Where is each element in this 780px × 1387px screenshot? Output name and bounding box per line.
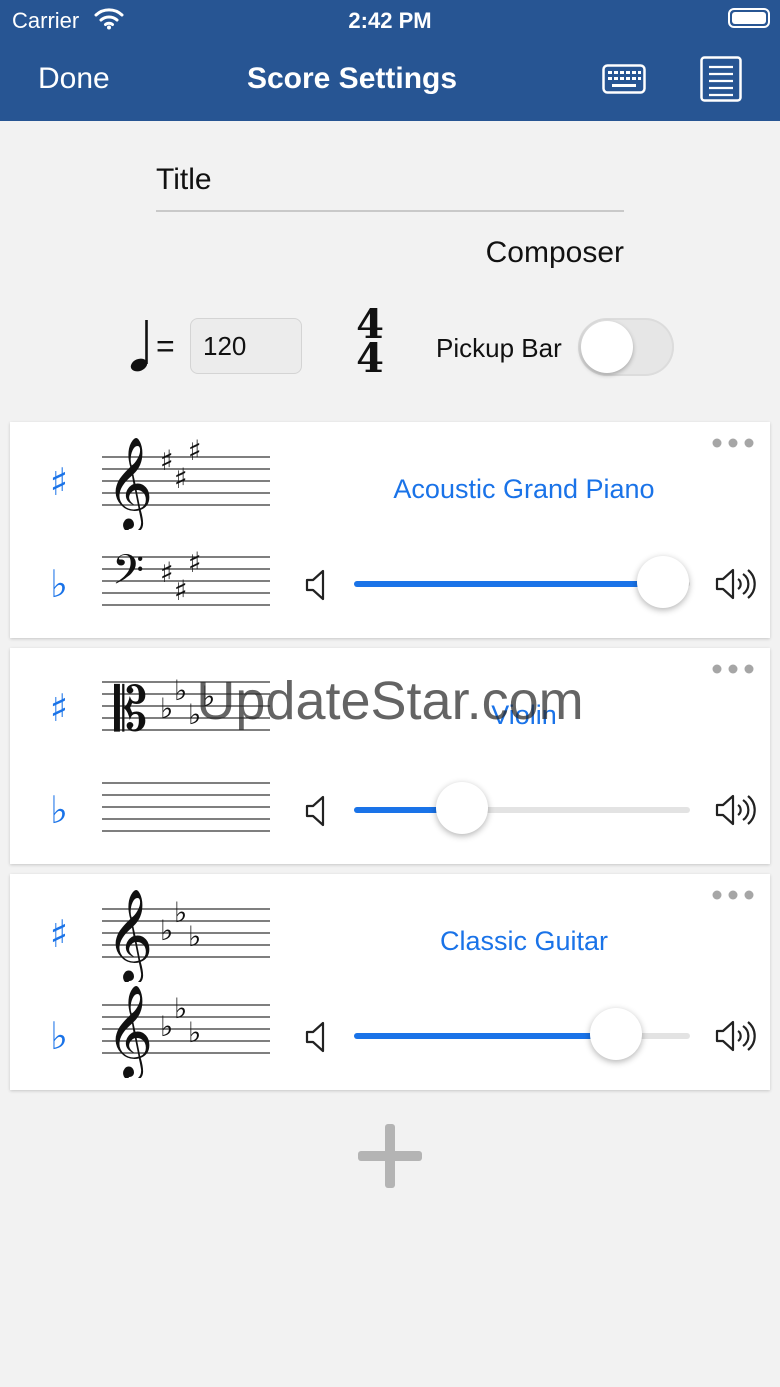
page-title: Score Settings (246, 62, 458, 95)
title-input[interactable] (156, 150, 624, 212)
composer-input[interactable] (156, 228, 624, 278)
instrument-card-piano[interactable]: ♯ ♭ 𝄞 ♯ ♯ ♯ 𝄢 ♯ ♯ ♯ Acoustic Grand Piano (10, 422, 770, 638)
svg-text:♭: ♭ (174, 992, 187, 1025)
volume-slider[interactable] (354, 807, 690, 813)
volume-slider-thumb[interactable] (590, 1008, 642, 1060)
document-icon[interactable] (700, 56, 742, 107)
treble-clef-icon: 𝄞 (106, 984, 153, 1078)
svg-text:♭: ♭ (188, 1016, 201, 1049)
treble-clef-icon: 𝄞 (106, 888, 153, 982)
instrument-card-violin[interactable]: ♯ ♭ 𝄡 ♭ ♭ ♭ ♭ Violin (10, 648, 770, 864)
keyboard-icon[interactable] (602, 64, 646, 99)
treble-clef-icon: 𝄞 (106, 436, 153, 530)
volume-low-icon (305, 795, 325, 827)
volume-slider-fill (354, 581, 663, 587)
navigation-bar: Done Score Settings (0, 40, 780, 121)
empty-staff (102, 782, 270, 832)
key-signature-sharps: ♯♯♯ (160, 434, 202, 495)
alto-staff: 𝄡 ♭♭♭♭ (102, 674, 270, 745)
more-options-icon[interactable] (710, 656, 756, 682)
bass-staff: 𝄢 ♯♯♯ (102, 546, 270, 607)
key-signature-sharps: ♯♯♯ (160, 546, 202, 607)
more-options-icon[interactable] (710, 882, 756, 908)
pickup-bar-toggle[interactable] (578, 318, 674, 376)
svg-text:♯: ♯ (174, 574, 188, 607)
svg-text:♭: ♭ (174, 896, 187, 929)
sharp-key-button[interactable]: ♯ (48, 688, 70, 728)
svg-text:♭: ♭ (160, 914, 173, 947)
svg-text:♭: ♭ (188, 920, 201, 953)
instrument-name[interactable]: Violin (290, 700, 758, 731)
time-signature-denominator: 4 (356, 335, 384, 382)
volume-high-icon (715, 794, 756, 826)
treble-staff-secondary: 𝄞 ♭♭♭ (102, 984, 270, 1078)
volume-slider-thumb[interactable] (436, 782, 488, 834)
svg-text:♭: ♭ (202, 680, 215, 713)
volume-slider-thumb[interactable] (637, 556, 689, 608)
tempo-equals: = (156, 328, 175, 364)
instrument-card-guitar[interactable]: ♯ ♭ 𝄞 ♭ ♭ ♭ 𝄞 ♭ ♭ ♭ Classic Guitar (10, 874, 770, 1090)
tempo-input[interactable] (190, 318, 302, 374)
svg-text:♯: ♯ (160, 556, 174, 589)
treble-staff: 𝄞 ♯♯♯ (102, 434, 270, 530)
bass-clef-icon: 𝄢 (112, 546, 144, 604)
svg-text:♯: ♯ (174, 462, 188, 495)
instrument-name[interactable]: Acoustic Grand Piano (290, 474, 758, 505)
svg-text:♭: ♭ (174, 674, 187, 707)
flat-key-button[interactable]: ♭ (48, 564, 70, 604)
plus-icon[interactable] (358, 1124, 422, 1188)
volume-low-icon (305, 569, 325, 601)
status-bar: Carrier 2:42 PM (0, 0, 780, 40)
svg-text:♯: ♯ (188, 434, 202, 467)
svg-text:♯: ♯ (160, 444, 174, 477)
flat-key-button[interactable]: ♭ (48, 790, 70, 830)
toggle-knob (581, 321, 633, 373)
treble-staff: 𝄞 ♭♭♭ (102, 888, 270, 982)
sharp-key-button[interactable]: ♯ (48, 914, 70, 954)
pickup-bar-label: Pickup Bar (436, 333, 562, 363)
flat-key-button[interactable]: ♭ (48, 1016, 70, 1056)
instrument-name[interactable]: Classic Guitar (290, 926, 758, 957)
time-signature[interactable]: 4 4 (354, 305, 386, 382)
quarter-note-icon (128, 318, 154, 379)
battery-icon (728, 8, 770, 28)
sharp-key-button[interactable]: ♯ (48, 462, 70, 502)
svg-text:♭: ♭ (188, 698, 201, 731)
volume-slider-fill (354, 1033, 616, 1039)
svg-text:♭: ♭ (160, 1010, 173, 1043)
volume-low-icon (305, 1021, 325, 1053)
volume-high-icon (715, 1020, 756, 1052)
svg-text:♭: ♭ (160, 692, 173, 725)
svg-text:♯: ♯ (188, 546, 202, 579)
volume-high-icon (715, 568, 756, 600)
alto-clef-icon: 𝄡 (114, 675, 147, 745)
status-time: 2:42 PM (348, 8, 432, 33)
more-options-icon[interactable] (710, 430, 756, 456)
